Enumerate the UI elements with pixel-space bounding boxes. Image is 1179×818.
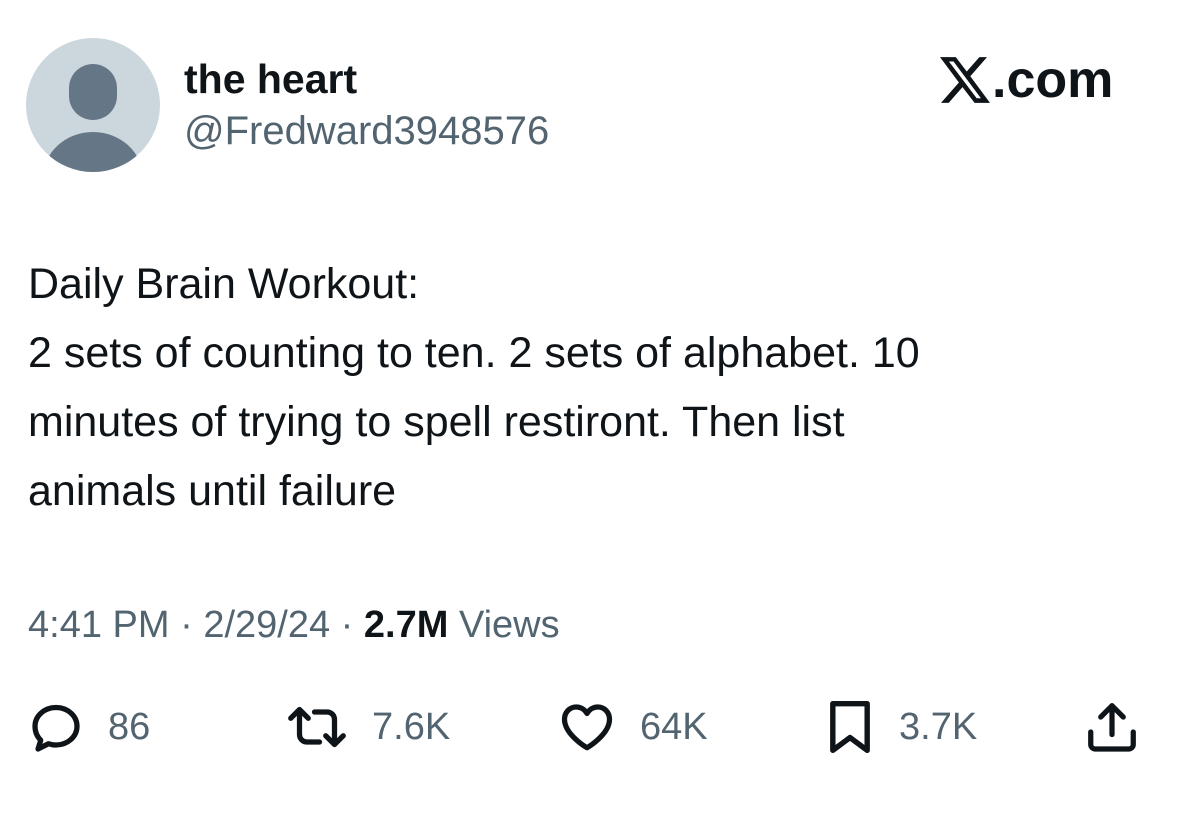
action-bar: 86 7.6K 64K 3.7K [0,697,1179,757]
like-count: 64K [640,706,708,748]
reply-count: 86 [108,706,151,748]
like-button[interactable]: 64K [556,697,708,757]
tweet-text-line: minutes of trying to spell restiront. Th… [28,398,845,446]
tweet-meta: 4:41 PM · 2/29/24 · 2.7M Views [28,602,560,648]
tweet-card: the heart @Fredward3948576 .com Daily Br… [0,0,1179,818]
reply-icon [32,704,80,752]
tweet-date[interactable]: 2/29/24 [203,604,330,646]
tweet-time[interactable]: 4:41 PM [28,604,170,646]
tweet-text-line: animals until failure [28,467,397,515]
meta-separator: · [340,604,354,646]
share-icon [1088,703,1136,752]
user-handle[interactable]: @Fredward3948576 [184,108,549,154]
views-count[interactable]: 2.7M [364,604,448,646]
repost-button[interactable]: 7.6K [284,697,450,757]
tweet-text-line: Daily Brain Workout: [28,260,420,308]
bookmark-icon [830,700,870,754]
brand-domain: .com [992,51,1114,109]
tweet-text: Daily Brain Workout: 2 sets of counting … [28,250,1138,526]
default-avatar-icon [43,64,143,172]
avatar[interactable] [26,38,160,172]
heart-icon [561,704,613,751]
meta-separator: · [180,604,193,646]
x-logo-icon [940,57,990,103]
display-name[interactable]: the heart [184,55,357,103]
bookmark-count: 3.7K [899,706,978,748]
brand-logo: .com [940,52,1113,108]
repost-icon [288,706,346,748]
share-button[interactable] [1082,697,1142,757]
reply-button[interactable]: 86 [26,697,150,757]
repost-count: 7.6K [372,706,451,748]
tweet-text-line: 2 sets of counting to ten. 2 sets of alp… [28,329,920,377]
bookmark-button[interactable]: 3.7K [823,697,977,757]
views-label: Views [458,604,560,646]
